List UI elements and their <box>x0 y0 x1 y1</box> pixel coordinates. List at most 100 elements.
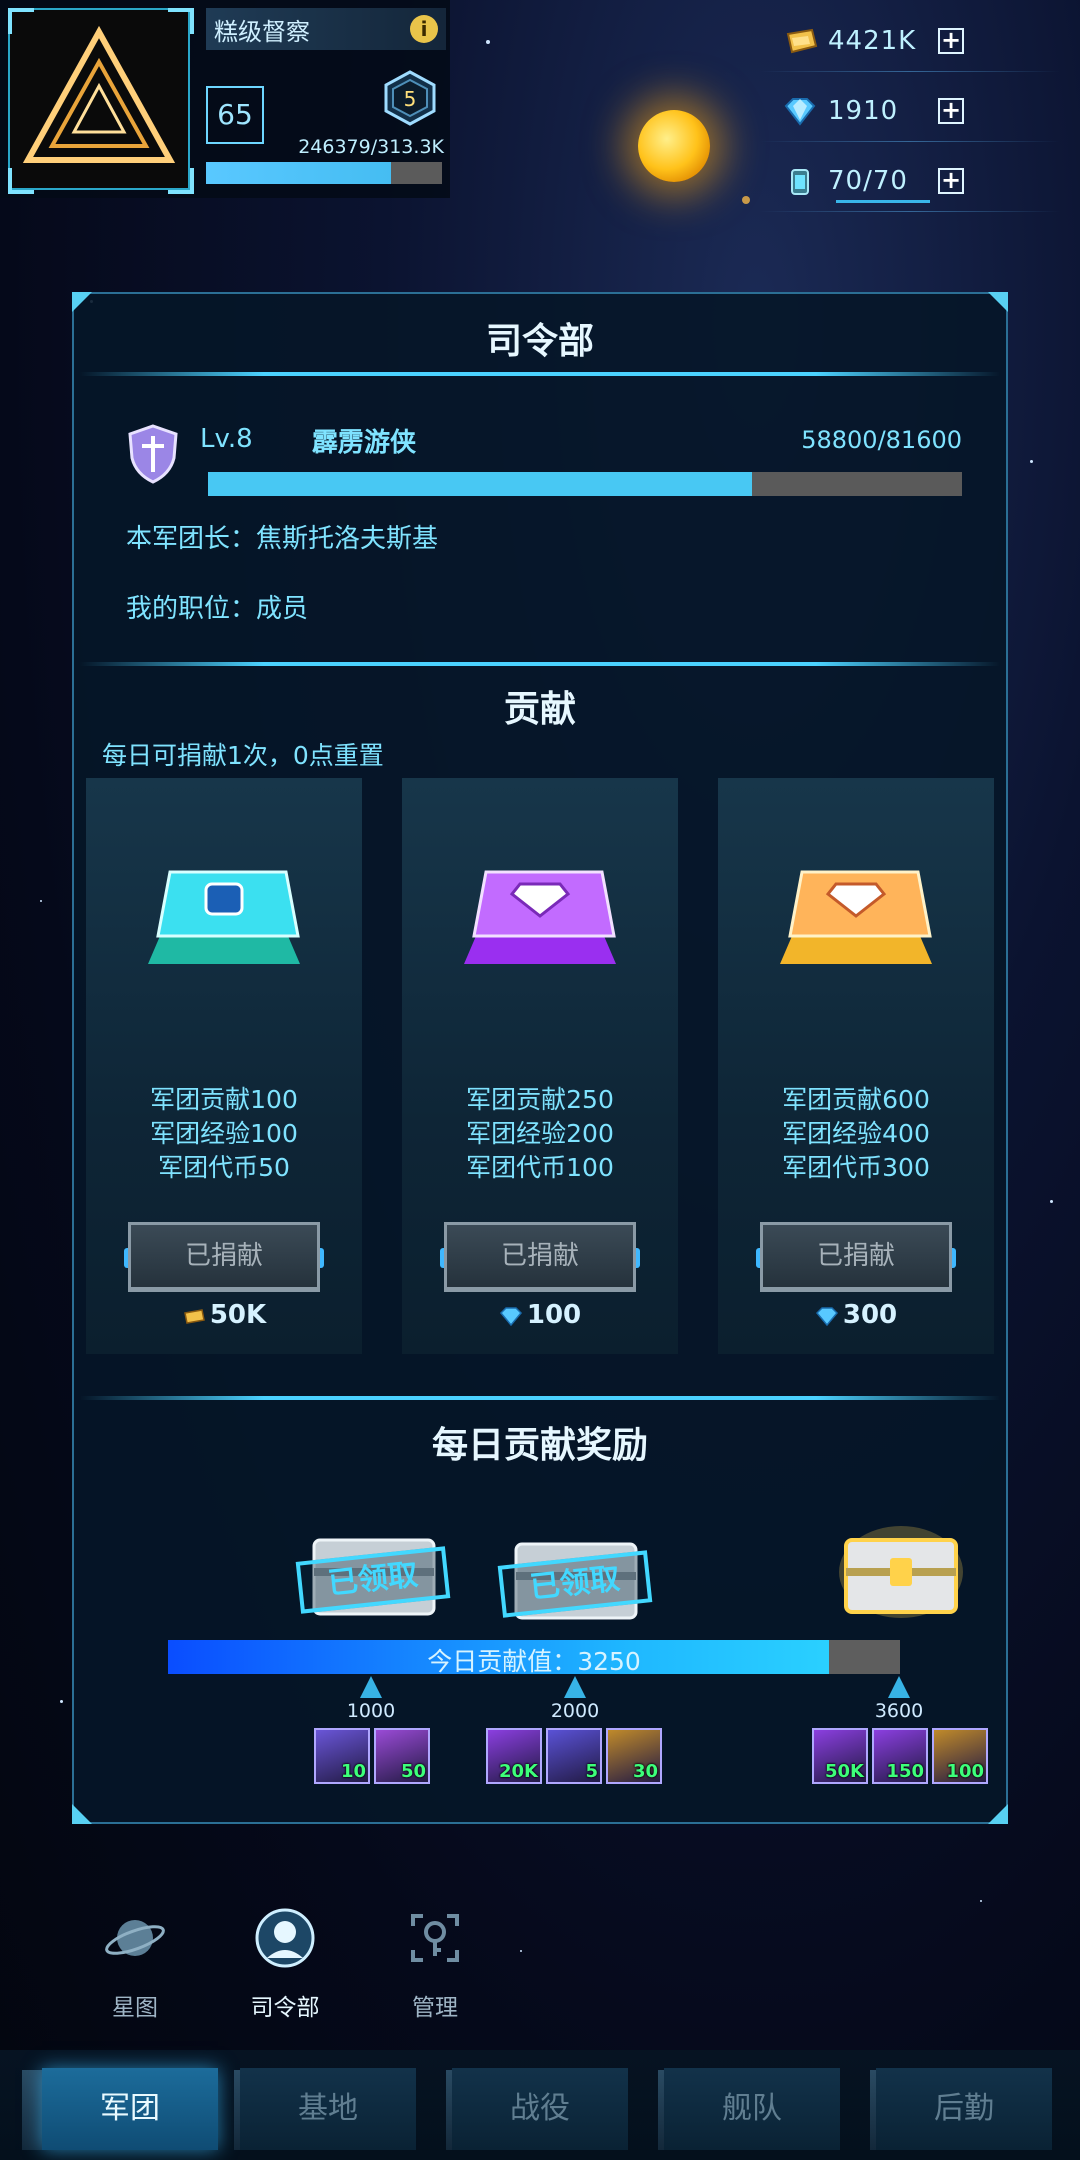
gold-chest-icon <box>780 870 932 964</box>
subnav-hq[interactable]: 司令部 <box>230 1906 340 2022</box>
gold-bar-icon <box>786 28 818 54</box>
donated-button[interactable]: 已捐献 <box>444 1222 636 1292</box>
add-energy-button[interactable]: + <box>938 168 964 194</box>
reward-item-count: 20K <box>499 1761 538 1782</box>
subnav-manage[interactable]: 管理 <box>380 1906 490 2022</box>
subnav-label: 司令部 <box>250 1995 320 2021</box>
daily-progress-text: 今日贡献值：3250 <box>427 1647 641 1676</box>
diamond-icon <box>815 1306 838 1326</box>
cost-value: 100 <box>526 1300 582 1330</box>
resource-energy: 70/70 + <box>760 158 1060 212</box>
reward-token: 军团代币300 <box>782 1153 930 1182</box>
contribution-title: 贡献 <box>503 689 576 730</box>
reward-exp: 军团经验200 <box>466 1119 614 1148</box>
tab-campaign[interactable]: 战役 <box>452 2068 628 2150</box>
tab-fleet[interactable]: 舰队 <box>664 2068 840 2150</box>
diamond-value: 1910 <box>828 96 899 126</box>
resource-diamond: 1910 + <box>760 88 1060 142</box>
reward-item-count: 50 <box>400 1761 426 1782</box>
gold-trim-chest-icon <box>839 1526 963 1618</box>
reward-item[interactable]: 10 <box>314 1728 370 1784</box>
cost-value: 300 <box>842 1300 898 1330</box>
reward-item-count: 150 <box>886 1761 924 1782</box>
reward-item[interactable]: 50K <box>812 1728 868 1784</box>
rank-badge-icon: 5 <box>384 70 436 126</box>
milestone-label: 2000 <box>550 1700 600 1722</box>
reward-item-count: 50K <box>825 1761 864 1782</box>
donation-cost: 50K <box>86 1300 362 1330</box>
daily-title: 每日贡献奖励 <box>431 1425 648 1466</box>
milestone-label: 1000 <box>346 1700 396 1722</box>
legion-exp-text: 58800/81600 <box>801 426 962 454</box>
energy-value: 70/70 <box>828 166 908 196</box>
reward-item-count: 30 <box>632 1761 658 1782</box>
add-gold-button[interactable]: + <box>938 28 964 54</box>
cost-value: 50K <box>209 1300 267 1330</box>
reward-item[interactable]: 5 <box>546 1728 602 1784</box>
rank-number: 5 <box>404 87 417 111</box>
reward-item-count: 5 <box>585 1761 598 1782</box>
purple-chest-icon <box>464 870 616 964</box>
diamond-icon <box>784 98 816 126</box>
my-position: 我的职位：成员 <box>126 594 309 624</box>
reward-contribution: 军团贡献600 <box>782 1085 930 1114</box>
reward-contribution: 军团贡献100 <box>150 1085 298 1114</box>
legion-shield-icon <box>128 424 178 484</box>
donation-card: 军团贡献600 军团经验400 军团代币300 已捐献 300 <box>718 778 994 1354</box>
daily-divider <box>80 1396 1000 1400</box>
resource-gold: 4421K + <box>760 18 1060 72</box>
milestone-marker <box>564 1676 586 1698</box>
player-avatar[interactable] <box>8 8 190 190</box>
donated-button[interactable]: 已捐献 <box>128 1222 320 1292</box>
energy-canister-icon <box>791 169 809 195</box>
milestone-marker <box>888 1676 910 1698</box>
reward-exp: 军团经验400 <box>782 1119 930 1148</box>
info-icon[interactable]: i <box>410 15 438 43</box>
manage-icon <box>411 1914 459 1962</box>
legion-name: 霹雳游侠 <box>312 428 417 458</box>
tab-legion[interactable]: 军团 <box>42 2068 218 2150</box>
reward-contribution: 军团贡献250 <box>466 1085 614 1114</box>
reward-token: 军团代币50 <box>158 1153 290 1182</box>
diamond-icon <box>499 1306 522 1326</box>
reward-item[interactable]: 100 <box>932 1728 988 1784</box>
player-exp-fill <box>206 162 392 184</box>
tab-logistics[interactable]: 后勤 <box>876 2068 1052 2150</box>
daily-chest-2000[interactable]: 已领取 <box>497 1536 653 1626</box>
reward-item-count: 100 <box>946 1761 984 1782</box>
contribution-divider <box>80 662 1000 666</box>
reward-item-count: 10 <box>340 1761 366 1782</box>
daily-chest-3600[interactable] <box>836 1522 966 1622</box>
triangle-emblem-icon <box>22 25 176 163</box>
reward-item[interactable]: 20K <box>486 1728 542 1784</box>
cyan-chest-icon <box>148 870 300 964</box>
tab-base[interactable]: 基地 <box>240 2068 416 2150</box>
reward-exp: 军团经验100 <box>150 1119 298 1148</box>
gold-value: 4421K <box>828 26 917 56</box>
donation-card: 军团贡献100 军团经验100 军团代币50 已捐献 50K <box>86 778 362 1354</box>
milestone-label: 3600 <box>874 1700 924 1722</box>
hq-title: 司令部 <box>485 321 594 362</box>
legion-leader: 本军团长：焦斯托洛夫斯基 <box>126 524 439 554</box>
add-diamond-button[interactable]: + <box>938 98 964 124</box>
milestone-marker <box>360 1676 382 1698</box>
donation-card: 军团贡献250 军团经验200 军团代币100 已捐献 100 <box>402 778 678 1354</box>
hq-title-divider <box>80 372 1000 376</box>
donated-button[interactable]: 已捐献 <box>760 1222 952 1292</box>
donation-cost: 100 <box>402 1300 678 1330</box>
daily-chest-1000[interactable]: 已领取 <box>295 1532 451 1622</box>
donation-cost: 300 <box>718 1300 994 1330</box>
subnav-star-map[interactable]: 星图 <box>80 1906 190 2022</box>
reward-item[interactable]: 30 <box>606 1728 662 1784</box>
legion-exp-fill <box>208 472 752 496</box>
reward-token: 军团代币100 <box>466 1153 614 1182</box>
reward-item[interactable]: 50 <box>374 1728 430 1784</box>
reward-item[interactable]: 150 <box>872 1728 928 1784</box>
subnav-label: 星图 <box>112 1995 158 2021</box>
subnav-label: 管理 <box>412 1995 458 2021</box>
planet-icon <box>105 1920 165 1956</box>
donate-note: 每日可捐献1次，0点重置 <box>102 741 384 770</box>
legion-level: Lv.8 <box>200 424 253 454</box>
player-name: 糕级督察 <box>214 18 310 46</box>
sun-planet <box>638 110 710 182</box>
